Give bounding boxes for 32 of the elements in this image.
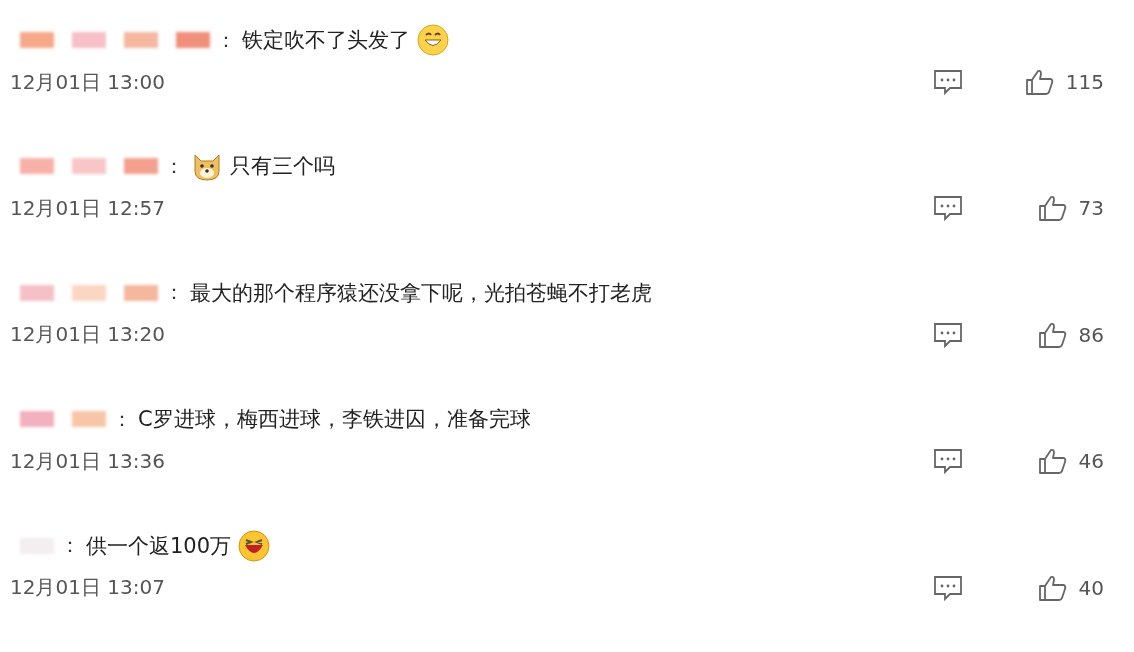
comment-time: 12月01日 12:57 — [10, 194, 166, 222]
thumbs-up-icon[interactable] — [1036, 447, 1069, 476]
comment-text: 最大的那个程序猿还没拿下呢，光拍苍蝇不打老虎 — [190, 279, 652, 307]
like-count: 115 — [1065, 70, 1104, 94]
thumbs-up-icon[interactable] — [1036, 194, 1069, 223]
comment-time: 12月01日 13:00 — [10, 68, 166, 96]
comment-icon[interactable] — [932, 320, 964, 349]
comment-time: 12月01日 13:36 — [10, 447, 166, 475]
comment-icon[interactable] — [932, 68, 964, 96]
like-count: 86 — [1078, 322, 1104, 347]
comment-text: 铁定吹不了头发了 — [242, 27, 410, 54]
colon: ： — [164, 279, 184, 307]
like-count: 46 — [1078, 449, 1104, 474]
grinning-emoji-icon — [416, 23, 450, 57]
comment-text: C罗进球，梅西进球，李铁进囚，准备完球 — [138, 406, 531, 434]
comment-icon[interactable] — [932, 194, 964, 223]
comment-time: 12月01日 13:20 — [10, 321, 166, 349]
comment-icon[interactable] — [932, 447, 964, 476]
colon: ： — [112, 405, 132, 433]
colon: ： — [216, 26, 236, 54]
colon: ： — [60, 532, 80, 560]
comment-time: 12月01日 13:07 — [10, 574, 166, 602]
thumbs-up-icon[interactable] — [1036, 573, 1069, 602]
like-count: 73 — [1078, 196, 1104, 221]
like-count: 40 — [1078, 575, 1104, 600]
laughing-emoji-icon — [237, 528, 272, 563]
comment-text: 供一个返100万 — [86, 532, 232, 560]
comment-icon[interactable] — [932, 573, 964, 602]
thumbs-up-icon[interactable] — [1036, 320, 1069, 349]
thumbs-up-icon[interactable] — [1023, 68, 1056, 96]
colon: ： — [164, 152, 184, 180]
comment-text: 只有三个吗 — [230, 153, 335, 181]
